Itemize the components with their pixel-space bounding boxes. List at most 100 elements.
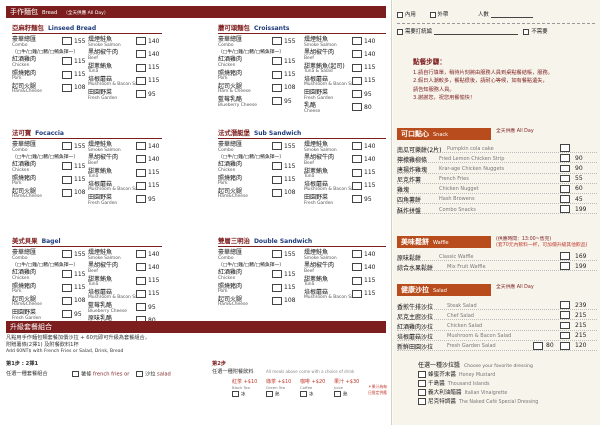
menu-item[interactable]: 起司火腿 Ham&Cheese 108	[12, 83, 86, 96]
quantity-box[interactable]	[352, 195, 362, 204]
quantity-box[interactable]	[62, 250, 72, 258]
quantity-box[interactable]	[62, 162, 72, 171]
snack-item[interactable]: 南瓜可樂餅(2片) Pumpkin cola cake	[397, 143, 597, 154]
menu-item[interactable]: 黑胡椒牛肉 Beef 140	[88, 262, 162, 275]
menu-item[interactable]: 乳酪 Cheese 80	[304, 102, 378, 115]
quantity-box[interactable]	[560, 164, 570, 173]
quantity-box[interactable]	[62, 310, 72, 319]
quantity-box[interactable]	[136, 168, 146, 177]
quantity-box[interactable]	[272, 162, 282, 171]
quantity-box[interactable]	[272, 250, 282, 258]
quantity-box[interactable]	[136, 155, 146, 164]
salad-checkbox[interactable]	[136, 371, 143, 377]
no-invoice-checkbox[interactable]	[523, 28, 530, 35]
menu-item[interactable]: 甜蔥鮪魚 Tuna 115	[88, 63, 162, 76]
menu-item[interactable]: 燻煙鮭魚 Smoke Salmon 140	[88, 249, 162, 262]
menu-item[interactable]: 照燒豬肉 Pork 115	[12, 283, 86, 296]
quantity-box[interactable]	[272, 142, 282, 150]
menu-item[interactable]: 黑胡椒牛肉 Beef 140	[304, 49, 378, 62]
quantity-box[interactable]	[136, 250, 146, 258]
menu-item[interactable]: 燻煙鮭魚 Smoke Salmon 140	[304, 141, 378, 154]
quantity-box[interactable]	[352, 250, 362, 258]
quantity-box[interactable]	[136, 195, 146, 204]
quantity-box[interactable]	[62, 270, 72, 279]
menu-item[interactable]: 紅酒雞肉 Chicken 115	[12, 56, 86, 69]
menu-item[interactable]: 甜蔥鮪魚 Tuna 115	[88, 168, 162, 181]
quantity-box[interactable]	[62, 188, 72, 197]
menu-item[interactable]: 燻煙鮭魚 Smoke Salmon 140	[88, 141, 162, 154]
quantity-box[interactable]	[560, 174, 570, 183]
drink-option[interactable]: 紅茶 +$10 Black Tea 冰	[232, 378, 264, 398]
invoice-field[interactable]	[433, 29, 518, 35]
people-field[interactable]	[490, 12, 533, 18]
menu-item[interactable]: 培根蘑菇 Mushroom & Bacon Salad 115	[88, 181, 162, 194]
quantity-box[interactable]	[62, 142, 72, 150]
dressing-checkbox[interactable]	[418, 371, 426, 378]
menu-item[interactable]: 甜蔥鮪魚 Tuna 115	[88, 276, 162, 289]
quantity-box[interactable]	[560, 252, 570, 260]
drink-option[interactable]: 咖啡 +$20 Coffee 冰	[300, 378, 332, 398]
dressing-option[interactable]: 千島醬 Thousand Islands	[418, 379, 598, 388]
quantity-box[interactable]	[136, 289, 146, 298]
dressing-option[interactable]: 蜂蜜芥末醬 Honey Mustard	[418, 370, 598, 379]
quantity-box[interactable]	[272, 70, 282, 79]
menu-item[interactable]: 培根蘑菇 Mushroom & Bacon Salad 115	[304, 76, 378, 89]
quantity-box[interactable]	[560, 262, 570, 270]
menu-item[interactable]: 紅酒雞肉 Chicken 115	[218, 56, 295, 69]
quantity-box[interactable]	[136, 181, 146, 190]
menu-item[interactable]: 培根蘑菇 Mushroom & Bacon Salad 115	[304, 181, 378, 194]
menu-item[interactable]: 藍莓乳酪 Blueberry Cheese 95	[88, 302, 162, 315]
snack-item[interactable]: 尼克炸薯 French Fries 55	[397, 174, 597, 184]
menu-item[interactable]: 藍莓乳酪 Blueberry Cheese 95	[218, 96, 292, 109]
menu-item[interactable]: 照燒豬肉 Pork 115	[218, 283, 295, 296]
quantity-box[interactable]	[352, 168, 362, 177]
snack-item[interactable]: 檸檬雞柳條 Fried Lemon Chicken Strip 90	[397, 153, 597, 164]
quantity-box[interactable]	[62, 175, 72, 184]
quantity-box[interactable]	[352, 181, 362, 190]
menu-item[interactable]: 甜蔥鮪魚 Tuna 115	[304, 276, 378, 289]
quantity-box[interactable]	[352, 103, 362, 112]
quantity-box[interactable]	[352, 63, 362, 72]
menu-item[interactable]: 培根蘑菇 Mushroom & Bacon Salad 115	[304, 289, 378, 302]
quantity-box[interactable]	[272, 283, 282, 292]
quantity-box[interactable]	[272, 57, 282, 66]
waffle-item[interactable]: 綜合水果鬆餅 Mix Fruit Waffle 199	[397, 261, 597, 272]
menu-item[interactable]: 紅酒雞肉 Chicken 115	[218, 269, 295, 282]
quantity-box[interactable]	[352, 142, 362, 150]
snack-item[interactable]: 唐揚炸雞塊 Krar-age Chicken Nuggets 90	[397, 163, 597, 174]
menu-item[interactable]: 紅酒雞肉 Chicken 115	[12, 161, 86, 174]
quantity-box[interactable]	[136, 76, 146, 85]
quantity-box-small[interactable]	[533, 342, 543, 350]
quantity-box[interactable]	[136, 263, 146, 272]
quantity-box[interactable]	[136, 50, 146, 59]
quantity-box[interactable]	[136, 303, 146, 312]
menu-item[interactable]: 田園野菜 Fresh Garden 95	[88, 89, 162, 102]
quantity-box[interactable]	[62, 70, 72, 79]
menu-item[interactable]: 起司火腿 Ham&Cheese 108	[218, 188, 295, 201]
menu-item[interactable]: 起司火腿 Ham&Cheese 108	[218, 296, 295, 309]
need-invoice-checkbox[interactable]	[397, 28, 403, 35]
menu-item[interactable]: 黑胡椒牛肉 Beef 140	[304, 154, 378, 167]
menu-item[interactable]: 紅酒雞肉 Chicken 115	[12, 269, 86, 282]
quantity-box[interactable]	[560, 331, 570, 340]
drink-checkbox[interactable]	[232, 391, 239, 397]
takeout-checkbox[interactable]	[429, 11, 436, 18]
dressing-option[interactable]: 尼克特調醬 The Naked Café Special Dressing	[418, 397, 598, 406]
menu-item[interactable]: 照燒豬肉 Pork 115	[12, 175, 86, 188]
quantity-box[interactable]	[352, 263, 362, 272]
salad-item[interactable]: 新鮮田園沙拉 Fresh Garden Salad 80 120	[397, 341, 597, 351]
salad-item[interactable]: 紅酒雞肉沙拉 Chicken Salad 215	[397, 320, 597, 331]
drink-option[interactable]: 綠茶 +$10 Green Tea 熱	[266, 378, 298, 398]
menu-item[interactable]: 豪華總匯 Combo 155	[12, 36, 86, 49]
menu-item[interactable]: 照燒豬肉 Pork 115	[12, 70, 86, 83]
snack-item[interactable]: 雞塊 Chicken Nugget 60	[397, 184, 597, 194]
dressing-checkbox[interactable]	[418, 380, 426, 387]
salad-item[interactable]: 尼克主廚沙拉 Chef Salad 215	[397, 310, 597, 321]
quantity-box[interactable]	[272, 188, 282, 197]
fries-option[interactable]: 薯條 french fries or	[72, 371, 129, 378]
menu-item[interactable]: 黑胡椒牛肉 Beef 140	[304, 262, 378, 275]
quantity-box[interactable]	[560, 144, 570, 152]
salad-option[interactable]: 沙拉 salad	[136, 371, 171, 378]
menu-item[interactable]: 甜蔥鮪魚 Tuna 115	[304, 168, 378, 181]
menu-item[interactable]: 豪華總匯 Combo 155	[12, 249, 86, 262]
